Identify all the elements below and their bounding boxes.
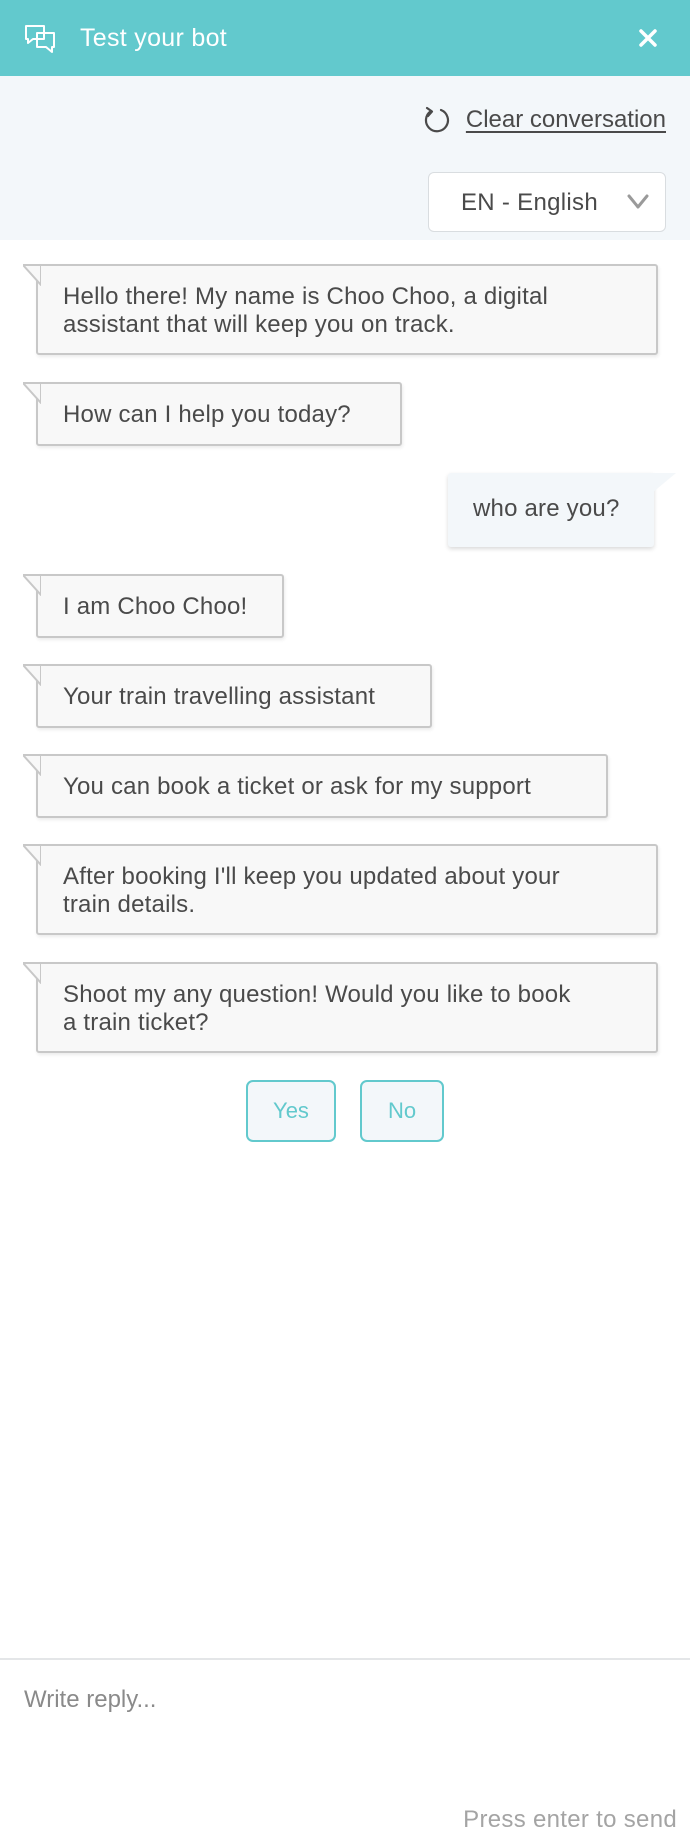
- bubble-tail: [23, 754, 41, 776]
- bot-message: After booking I'll keep you updated abou…: [23, 844, 658, 935]
- message-text-line: Hello there! My name is Choo Choo, a dig…: [63, 283, 549, 310]
- quick-reply-label: No: [387, 1098, 417, 1123]
- bubble-tail: [23, 382, 41, 404]
- chat-header: Test your bot: [0, 0, 690, 76]
- message-text-line: After booking I'll keep you updated abou…: [63, 863, 560, 890]
- language-select[interactable]: EN - English: [428, 172, 666, 232]
- clear-conversation-label: Clear conversation: [465, 106, 666, 133]
- message-text-line: train details.: [63, 891, 196, 918]
- bubble-tail: [652, 473, 676, 493]
- chevron-down-icon: [627, 194, 649, 209]
- message-text-line: a train ticket?: [63, 1009, 209, 1036]
- user-message: who are you?: [448, 473, 676, 547]
- message-text-line: You can book a ticket or ask for my supp…: [63, 773, 531, 800]
- quick-reply-no-button[interactable]: No: [360, 1080, 444, 1142]
- message-text-line: I am Choo Choo!: [63, 593, 248, 620]
- close-icon[interactable]: [636, 26, 660, 50]
- bot-message: Hello there! My name is Choo Choo, a dig…: [23, 264, 658, 355]
- reply-input[interactable]: [24, 1680, 664, 1720]
- message-text-line: How can I help you today?: [63, 401, 351, 428]
- bubble-tail: [23, 844, 41, 866]
- message-text-line: assistant that will keep you on track.: [63, 311, 455, 338]
- panel-title: Test your bot: [80, 24, 228, 52]
- bubble-tail: [23, 962, 41, 984]
- refresh-icon: [424, 106, 449, 133]
- composer-divider: [0, 1658, 690, 1660]
- chat-bubbles-icon: [25, 25, 55, 53]
- clear-conversation-button[interactable]: Clear conversation: [422, 100, 666, 140]
- quick-reply-label: Yes: [273, 1098, 309, 1123]
- bubble-tail: [23, 264, 41, 286]
- message-text-line: Your train travelling assistant: [63, 683, 376, 710]
- bot-message: I am Choo Choo!: [23, 574, 284, 638]
- bot-message: Your train travelling assistant: [23, 664, 432, 728]
- bubble-tail: [23, 574, 41, 596]
- bot-message: You can book a ticket or ask for my supp…: [23, 754, 608, 818]
- quick-reply-yes-button[interactable]: Yes: [246, 1080, 336, 1142]
- message-text-line: who are you?: [473, 495, 620, 522]
- message-text-line: Shoot my any question! Would you like to…: [63, 981, 571, 1008]
- bot-message: How can I help you today?: [23, 382, 402, 446]
- conversation-toolbar: Clear conversation EN - English: [0, 76, 690, 240]
- bot-message: Shoot my any question! Would you like to…: [23, 962, 658, 1053]
- language-select-value: EN - English: [461, 189, 598, 216]
- bubble-tail: [23, 664, 41, 686]
- send-hint: Press enter to send: [463, 1806, 677, 1833]
